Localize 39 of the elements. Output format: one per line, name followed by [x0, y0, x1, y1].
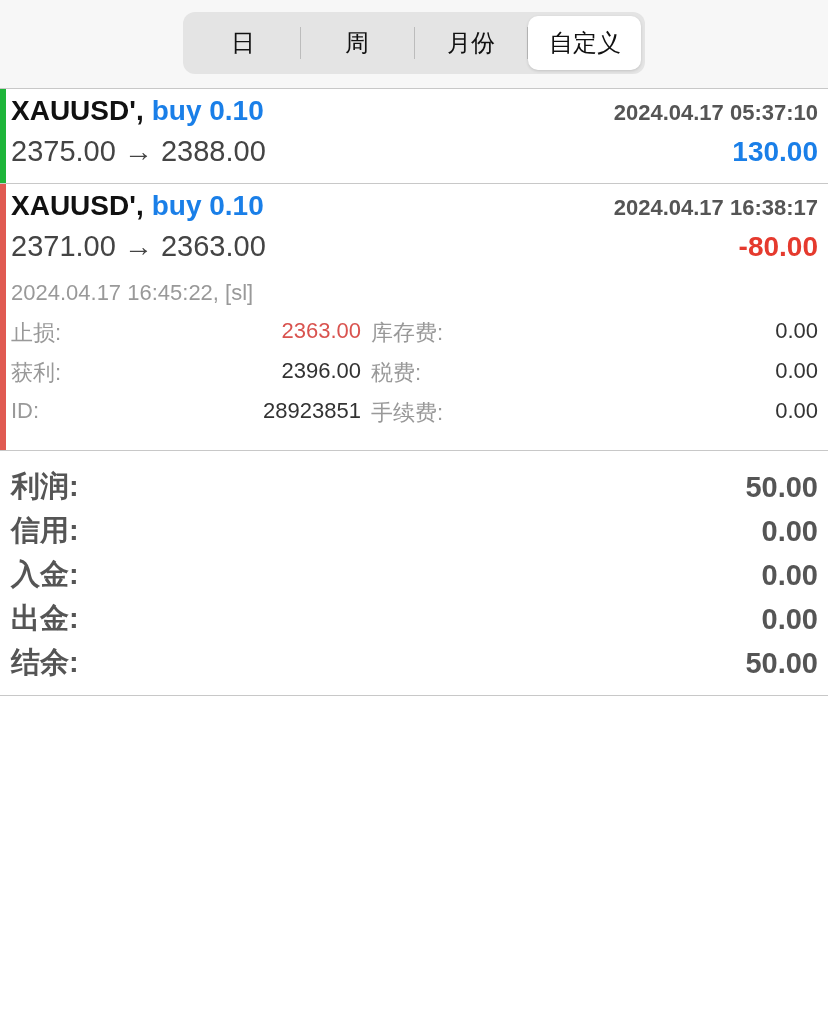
- field-value: 2396.00: [280, 358, 362, 385]
- summary-value: 0.00: [761, 514, 818, 548]
- order-type: buy 0.10: [151, 190, 264, 222]
- field-value: 0.00: [774, 318, 818, 345]
- trade-profit: 130.00: [732, 136, 818, 168]
- trade-row[interactable]: XAUUSD', buy 0.10 2024.04.17 05:37:10 2375.00 → 2388.00 130.00: [0, 89, 828, 184]
- summary-value: 0.00: [761, 602, 818, 636]
- symbol-label: XAUUSD',: [11, 190, 144, 222]
- field-label: 税费:: [371, 359, 423, 387]
- summary-label: 出金:: [11, 601, 79, 636]
- price-range: 2371.00 → 2363.00: [11, 230, 266, 263]
- open-time: 2024.04.17 16:38:17: [613, 195, 818, 221]
- symbol-label: XAUUSD',: [11, 95, 144, 127]
- period-tab[interactable]: 日: [187, 16, 300, 70]
- field-value: 28923851: [262, 398, 362, 425]
- field-value: 2363.00: [280, 318, 362, 345]
- trade-row[interactable]: XAUUSD', buy 0.10 2024.04.17 16:38:17 2371.00 → 2363.00 -80.00 2024.04.17 16:45:22, [sl] 止损: 2363.00 库存费: 0.00 获利: 2396.00 税费: 0.00 ID: 28923851 手续费: 0.00: [0, 184, 828, 451]
- summary-value: 50.00: [745, 470, 818, 504]
- field-label: 止损:: [11, 319, 63, 347]
- period-tab[interactable]: 自定义: [528, 16, 641, 70]
- order-type: buy 0.10: [151, 95, 264, 127]
- field-label: 获利:: [11, 359, 63, 387]
- summary-label: 信用:: [11, 513, 79, 548]
- field-label: ID:: [11, 398, 41, 425]
- period-tab[interactable]: 周: [300, 16, 414, 70]
- summary-label: 利润:: [11, 469, 79, 504]
- open-time: 2024.04.17 05:37:10: [613, 100, 818, 126]
- summary-value: 0.00: [761, 558, 818, 592]
- field-label: 库存费:: [371, 319, 445, 347]
- field-value: 0.00: [774, 398, 818, 425]
- price-range: 2375.00 → 2388.00: [11, 135, 266, 168]
- summary-label: 入金:: [11, 557, 79, 592]
- close-info: 2024.04.17 16:45:22, [sl]: [11, 280, 255, 306]
- trade-profit: -80.00: [738, 231, 818, 263]
- period-tab[interactable]: 月份: [414, 16, 528, 70]
- summary-label: 结余:: [11, 645, 79, 680]
- field-label: 手续费:: [371, 399, 445, 427]
- summary-value: 50.00: [745, 646, 818, 680]
- field-value: 0.00: [774, 358, 818, 385]
